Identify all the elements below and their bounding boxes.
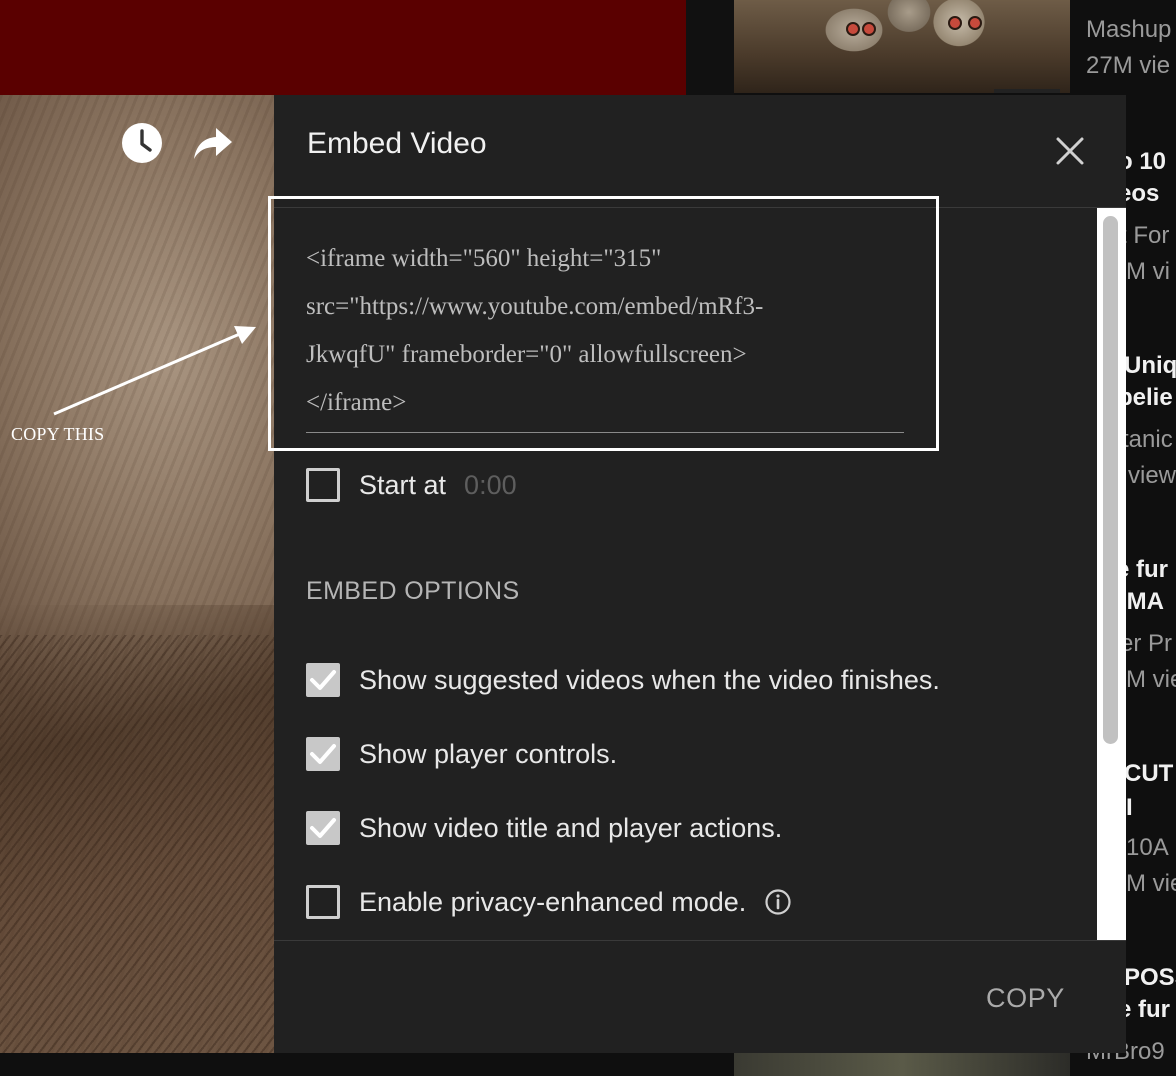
video-banner — [0, 0, 686, 95]
option-title-actions[interactable]: Show video title and player actions. — [306, 811, 782, 845]
share-icon[interactable] — [192, 122, 234, 164]
scrollbar-thumb[interactable] — [1103, 216, 1118, 744]
sidebar-title[interactable]: POSS — [1124, 964, 1176, 992]
privacy-mode-label: Enable privacy-enhanced mode. — [359, 886, 747, 917]
sidebar-title[interactable]: belie — [1118, 384, 1173, 412]
player-controls-label: Show player controls. — [359, 738, 618, 769]
sidebar-text: tanic — [1122, 426, 1173, 453]
option-suggested-videos[interactable]: Show suggested videos when the video fin… — [306, 663, 940, 697]
title-actions-checkbox[interactable] — [306, 811, 340, 845]
owl-eye — [846, 22, 860, 36]
player-texture — [0, 635, 274, 1053]
close-icon[interactable] — [1050, 131, 1090, 171]
footer-divider — [274, 940, 1126, 941]
owl-eye — [968, 16, 982, 30]
dialog-title: Embed Video — [307, 127, 487, 160]
info-icon[interactable] — [764, 888, 792, 916]
video-player[interactable] — [0, 95, 274, 1053]
privacy-mode-checkbox[interactable] — [306, 885, 340, 919]
suggested-videos-checkbox[interactable] — [306, 663, 340, 697]
scrollbar-track[interactable] — [1097, 208, 1126, 940]
sidebar-text: view — [1128, 462, 1176, 489]
related-video-thumbnail[interactable] — [734, 0, 1070, 93]
sidebar-title[interactable]: I — [1126, 794, 1133, 822]
sidebar-text: t For — [1120, 222, 1170, 249]
sidebar-text: 10A — [1126, 834, 1169, 861]
page-gutter — [686, 0, 734, 95]
related-video-thumbnail[interactable] — [734, 1053, 1070, 1076]
option-player-controls[interactable]: Show player controls. — [306, 737, 617, 771]
sidebar-text: Mashup — [1086, 16, 1172, 43]
start-at-label: Start at — [359, 469, 447, 500]
title-actions-label: Show video title and player actions. — [359, 812, 783, 843]
sidebar-text: M vi — [1126, 258, 1170, 285]
embed-options-heading: EMBED OPTIONS — [306, 577, 520, 605]
start-at-time-input[interactable]: 0:00 — [464, 470, 517, 501]
start-at-checkbox[interactable] — [306, 468, 340, 502]
sidebar-text: er Pr — [1120, 630, 1173, 657]
player-controls-checkbox[interactable] — [306, 737, 340, 771]
start-at-row[interactable]: Start at 0:00 — [306, 468, 517, 502]
duration-badge — [994, 89, 1060, 93]
annotation-label: COPY THIS — [11, 424, 105, 444]
suggested-videos-label: Show suggested videos when the video fin… — [359, 664, 940, 695]
sidebar-title[interactable]: IMA — [1120, 588, 1164, 616]
sidebar-text: 27M vie — [1086, 52, 1171, 79]
copy-button[interactable]: COPY — [986, 983, 1065, 1014]
option-privacy-mode[interactable]: Enable privacy-enhanced mode. — [306, 885, 792, 919]
owl-eye — [862, 22, 876, 36]
sidebar-title[interactable]: CUT — [1124, 760, 1173, 788]
clock-icon[interactable] — [121, 122, 163, 164]
sidebar-text: M vie — [1126, 870, 1176, 897]
annotation-highlight-box — [268, 196, 939, 451]
sidebar-title[interactable]: Uniq — [1124, 352, 1176, 380]
owl-eye — [948, 16, 962, 30]
sidebar-text: M vie — [1126, 666, 1176, 693]
